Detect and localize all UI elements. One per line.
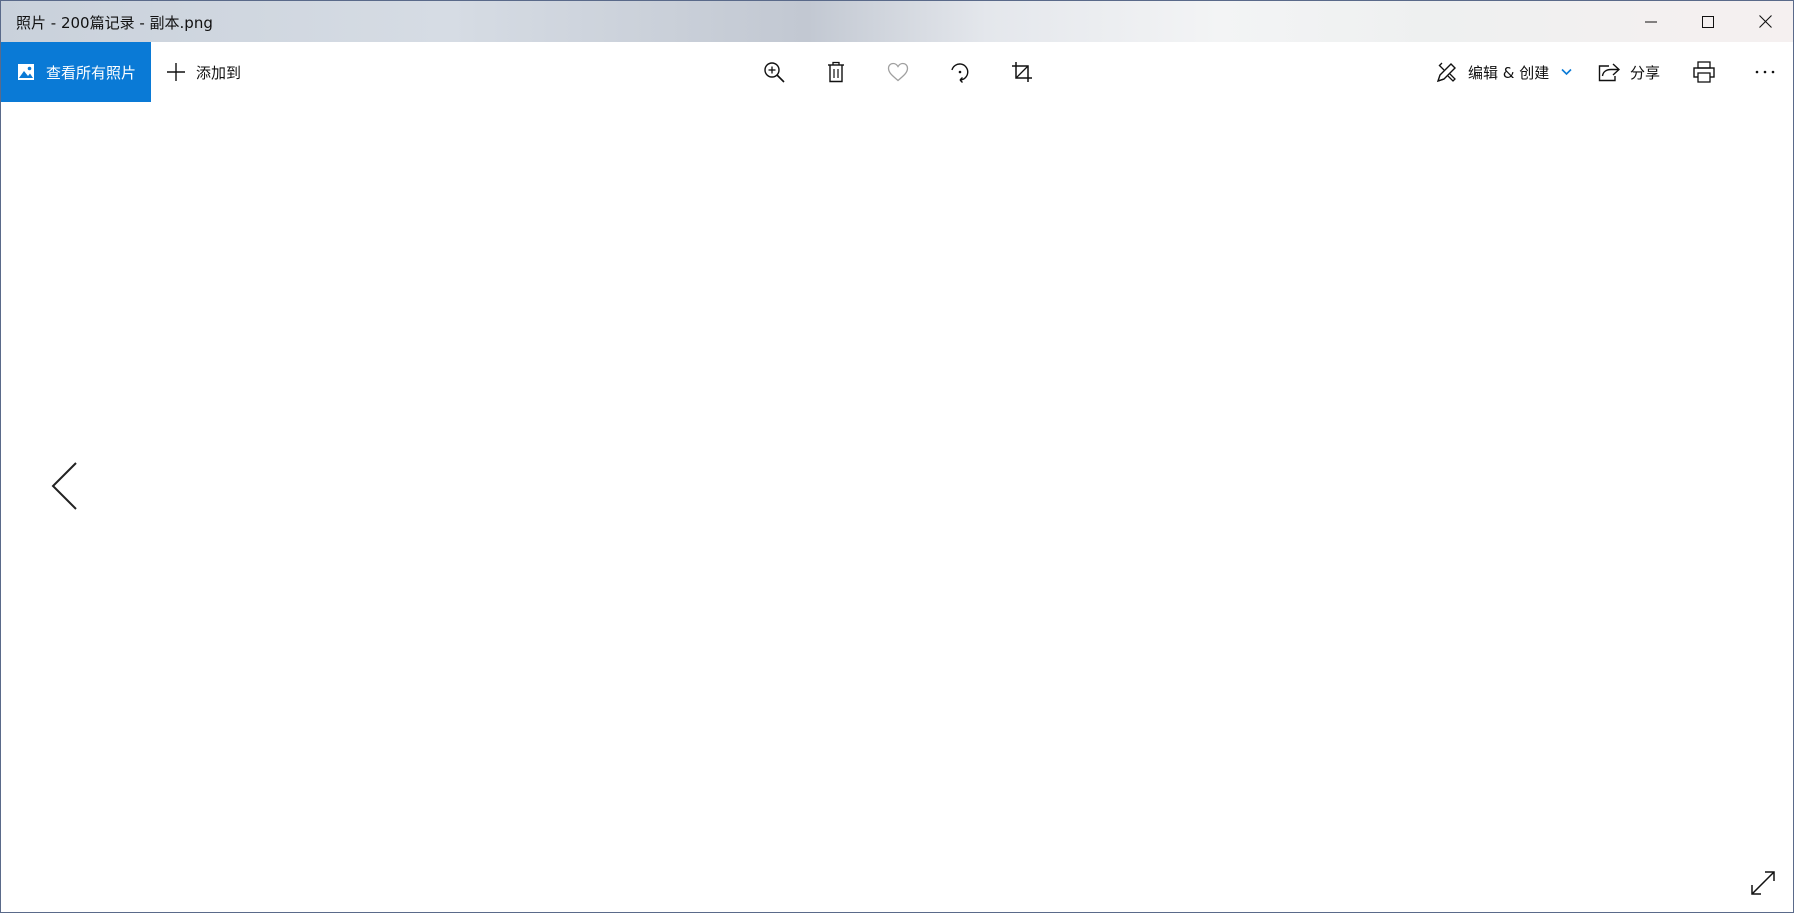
chevron-left-icon: [51, 462, 77, 510]
minimize-icon: [1645, 21, 1657, 22]
minimize-button[interactable]: [1623, 1, 1679, 42]
more-icon: [1755, 70, 1775, 74]
edit-create-icon: [1436, 61, 1458, 83]
share-label: 分享: [1630, 63, 1661, 82]
crop-icon: [1012, 62, 1032, 82]
share-button[interactable]: 分享: [1598, 42, 1660, 102]
zoom-button[interactable]: [746, 42, 802, 102]
view-all-photos-label: 查看所有照片: [46, 63, 137, 82]
photos-app-window: 照片 - 200篇记录 - 副本.png 查看所有照片 添加到 编辑 & 创建 …: [0, 0, 1794, 913]
heart-icon: [887, 62, 909, 82]
more-options-button[interactable]: [1737, 42, 1793, 102]
expand-icon: [1751, 871, 1775, 895]
title-bar[interactable]: 照片 - 200篇记录 - 副本.png: [1, 1, 1793, 42]
crop-button[interactable]: [994, 42, 1050, 102]
rotate-button[interactable]: [932, 42, 988, 102]
maximize-button[interactable]: [1680, 1, 1736, 42]
fullscreen-button[interactable]: [1741, 863, 1785, 903]
rotate-icon: [951, 63, 969, 83]
close-button[interactable]: [1737, 1, 1793, 42]
zoom-in-icon: [764, 62, 785, 83]
add-to-button[interactable]: 添加到: [151, 42, 241, 102]
share-icon: [1598, 62, 1620, 82]
edit-create-label: 编辑 & 创建: [1468, 63, 1550, 82]
plus-icon: [166, 62, 186, 82]
add-to-label: 添加到: [196, 63, 242, 82]
maximize-icon: [1702, 15, 1714, 28]
trash-icon: [828, 61, 844, 83]
chevron-down-icon: [1561, 68, 1572, 76]
window-title: 照片 - 200篇记录 - 副本.png: [16, 14, 213, 32]
toolbar: 查看所有照片 添加到 编辑 & 创建 分享: [1, 42, 1793, 102]
print-icon: [1693, 61, 1715, 83]
delete-button[interactable]: [808, 42, 864, 102]
view-all-photos-button[interactable]: 查看所有照片: [1, 42, 151, 102]
favorite-button[interactable]: [870, 42, 926, 102]
edit-create-button[interactable]: 编辑 & 创建: [1436, 42, 1572, 102]
close-icon: [1758, 15, 1772, 28]
photo-icon: [17, 63, 35, 81]
previous-photo-button[interactable]: [39, 456, 89, 516]
print-button[interactable]: [1676, 42, 1732, 102]
